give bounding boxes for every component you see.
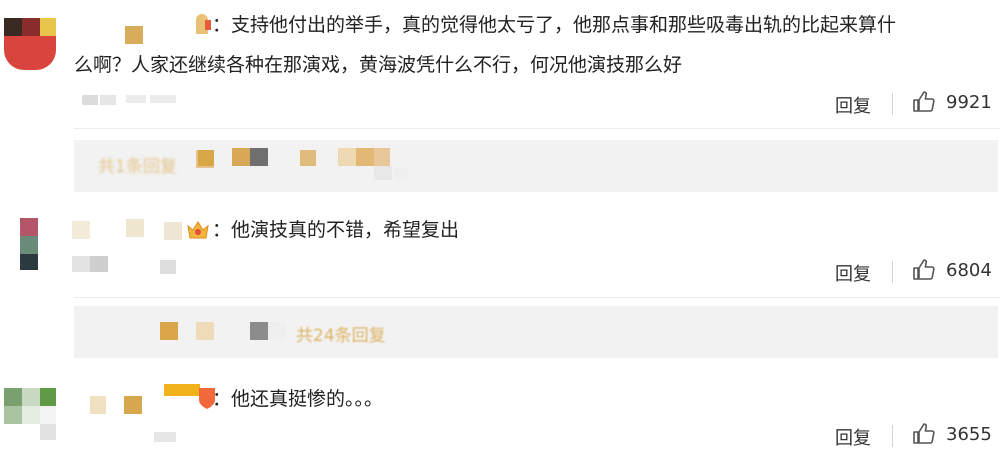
reply-button[interactable]: 回复 xyxy=(835,92,871,118)
thumbs-up-icon xyxy=(913,423,935,444)
comment-item: ：支持他付出的举手，真的觉得他太亏了，他那点事和那些吸毒出轨的比起来算什 么啊？… xyxy=(0,0,1000,200)
comment-item: ：他演技真的不错，希望复出 回复 6804 共24条回复 xyxy=(0,200,1000,360)
reply-button[interactable]: 回复 xyxy=(835,260,871,286)
divider xyxy=(74,297,1000,298)
crown-badge-icon xyxy=(186,218,210,240)
like-button[interactable] xyxy=(912,258,936,286)
thumbs-up-icon xyxy=(913,259,935,280)
like-button[interactable] xyxy=(912,90,936,118)
reply-button[interactable]: 回复 xyxy=(835,424,871,450)
comment-text: ：支持他付出的举手，真的觉得他太亏了，他那点事和那些吸毒出轨的比起来算什 xyxy=(212,14,897,36)
subreply-link[interactable]: 共1条回复 xyxy=(98,152,177,177)
comment-text: ：他演技真的不错，希望复出 xyxy=(212,219,460,241)
thumbs-up-icon xyxy=(913,91,935,112)
like-count: 3655 xyxy=(946,424,992,445)
comment-item: ：他还真挺惨的。。。 回复 3655 xyxy=(0,360,1000,456)
subreply-box[interactable]: 共24条回复 xyxy=(74,306,998,358)
divider xyxy=(892,425,893,447)
divider xyxy=(892,93,893,115)
comment-text-continued: 么啊？人家还继续各种在那演戏，黄海波凭什么不行，何况他演技那么好 xyxy=(74,54,683,76)
subreply-box[interactable]: 共1条回复 xyxy=(74,140,998,192)
like-count: 6804 xyxy=(946,260,992,281)
like-count: 9921 xyxy=(946,92,992,113)
avatar[interactable] xyxy=(4,218,56,270)
like-button[interactable] xyxy=(912,422,936,450)
avatar[interactable] xyxy=(4,18,56,70)
divider xyxy=(74,128,1000,129)
subreply-link[interactable]: 共24条回复 xyxy=(296,321,386,346)
divider xyxy=(892,261,893,283)
avatar[interactable] xyxy=(4,388,56,440)
comment-text: ：他还真挺惨的。。。 xyxy=(212,388,384,410)
